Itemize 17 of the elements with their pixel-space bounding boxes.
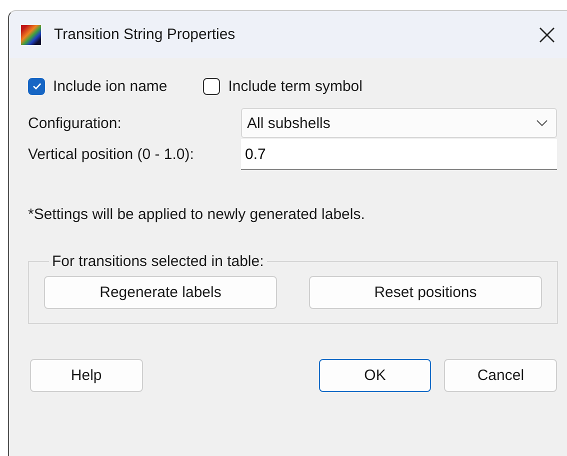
- field-label: Configuration:: [28, 114, 122, 132]
- checkbox[interactable]: Include ion name: [28, 78, 168, 94]
- dialog-button[interactable]: Cancel: [444, 359, 558, 392]
- action-button[interactable]: Reset positions: [309, 276, 542, 309]
- configuration-dropdown[interactable]: All subshells: [241, 108, 557, 138]
- checkbox[interactable]: Include term symbol: [203, 78, 362, 94]
- dialog-button[interactable]: OK: [318, 359, 432, 392]
- note-text: *Settings will be applied to newly generated labels.: [28, 206, 366, 223]
- dialog-button[interactable]: Help: [30, 359, 143, 392]
- app-icon: [21, 24, 41, 44]
- close-icon[interactable]: [539, 26, 555, 42]
- input-field[interactable]: 0.7: [241, 139, 557, 170]
- group-title: For transitions selected in table:: [51, 253, 265, 270]
- window-title: Transition String Properties: [54, 26, 236, 43]
- chevron-down-icon: [536, 119, 548, 127]
- action-button[interactable]: Regenerate labels: [44, 276, 277, 309]
- field-label: Vertical position (0 - 1.0):: [28, 146, 195, 162]
